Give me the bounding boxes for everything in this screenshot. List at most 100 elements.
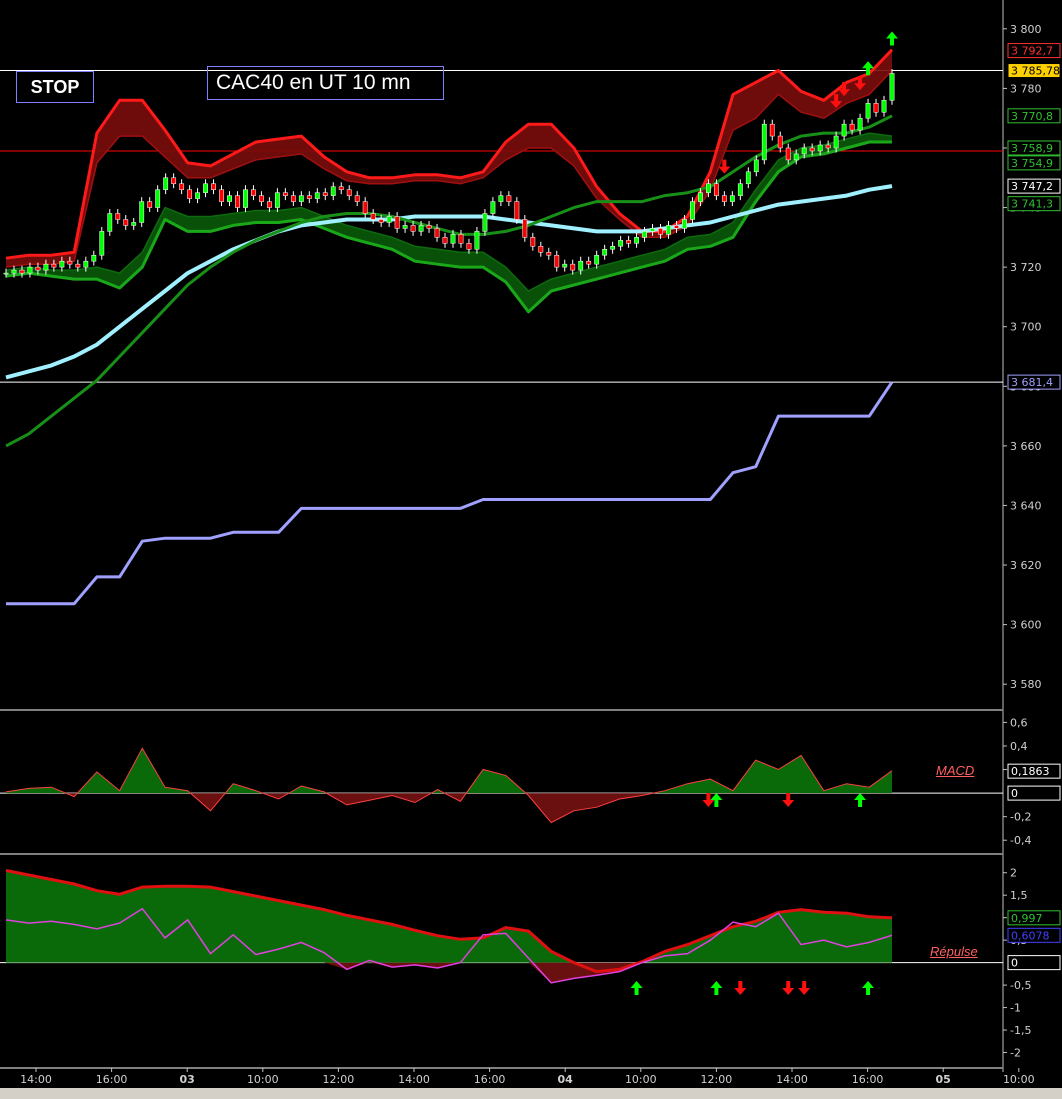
y-tick-label: 1,5 xyxy=(1010,889,1028,902)
candle-body xyxy=(266,201,272,208)
x-tick-label: 14:00 xyxy=(20,1073,52,1086)
candle-body xyxy=(873,103,879,113)
candle-body xyxy=(131,222,137,226)
y-tick-label: 3 660 xyxy=(1010,440,1042,453)
candle-body xyxy=(139,201,145,223)
candle-body xyxy=(51,263,57,268)
lower-band-fill xyxy=(6,133,892,312)
candle-body xyxy=(594,254,600,265)
candle-body xyxy=(298,195,304,202)
y-tick-label: 3 720 xyxy=(1010,261,1042,274)
y-tick-label: -0,4 xyxy=(1010,834,1031,847)
candle-body xyxy=(418,225,424,232)
x-tick-label: 10:00 xyxy=(625,1073,657,1086)
candle-body xyxy=(410,225,416,232)
candle-body xyxy=(753,159,759,173)
candle-body xyxy=(235,195,240,208)
x-tick-label: 14:00 xyxy=(398,1073,430,1086)
candle-body xyxy=(11,269,17,274)
candle-body xyxy=(721,195,727,202)
candle-body xyxy=(155,189,161,208)
lower-band-line xyxy=(5,140,892,314)
candle-body xyxy=(833,135,839,149)
bottom-scrollbar xyxy=(0,1088,1062,1099)
candle-body xyxy=(346,189,352,196)
candle-body xyxy=(59,260,65,268)
candle-body xyxy=(179,183,185,190)
candle-body xyxy=(314,192,320,199)
candle-body xyxy=(482,213,488,232)
candle-body xyxy=(562,263,568,268)
candle-body xyxy=(801,147,807,155)
candle-body xyxy=(370,213,376,220)
value-badge-label: 3 770,8 xyxy=(1011,110,1053,123)
x-tick-label: 03 xyxy=(180,1073,195,1086)
value-badge-label: 3 758,9 xyxy=(1011,142,1053,155)
candle-body xyxy=(602,249,608,256)
signal-arrow-down xyxy=(782,793,795,807)
macd-area-positive xyxy=(6,748,892,794)
x-tick-label: 10:00 xyxy=(1003,1073,1035,1086)
value-badge-label: 3 747,2 xyxy=(1011,180,1053,193)
candle-body xyxy=(211,183,216,190)
y-tick-label: 2 xyxy=(1010,867,1017,880)
candle-body xyxy=(123,219,129,226)
value-badge-label: 0,1863 xyxy=(1011,765,1050,778)
candle-body xyxy=(306,195,312,199)
candle-body xyxy=(642,231,647,238)
candle-body xyxy=(793,153,799,161)
candle-body xyxy=(290,195,296,202)
candle-body xyxy=(546,251,552,256)
candle-body xyxy=(690,201,695,220)
candle-body xyxy=(634,237,640,244)
candle-body xyxy=(19,269,25,274)
candle-body xyxy=(115,213,121,220)
y-tick-label: 0,6 xyxy=(1010,716,1028,729)
candle-body xyxy=(809,147,815,152)
signal-arrow-up xyxy=(862,981,875,995)
x-tick-label: 05 xyxy=(936,1073,951,1086)
value-badge-label: 0 xyxy=(1011,787,1018,800)
candle-body xyxy=(251,189,256,196)
y-tick-label: 3 600 xyxy=(1010,619,1042,632)
candle-body xyxy=(274,192,280,208)
candle-body xyxy=(777,135,783,149)
candle-body xyxy=(378,219,384,223)
signal-arrow-up xyxy=(710,793,723,807)
candle-body xyxy=(91,254,97,262)
candle-body xyxy=(490,201,496,214)
candle-body xyxy=(578,260,584,271)
candle-body xyxy=(43,263,49,271)
candle-body xyxy=(522,219,528,238)
candle-body xyxy=(841,123,847,137)
value-badge-label: 3 792,7 xyxy=(1011,45,1053,58)
candle-body xyxy=(458,234,464,244)
candle-body xyxy=(849,123,855,131)
x-tick-label: 12:00 xyxy=(701,1073,733,1086)
candle-body xyxy=(362,201,368,214)
value-badge-label: 0,6078 xyxy=(1011,929,1050,942)
chart-title: CAC40 en UT 10 mn xyxy=(207,66,444,100)
candle-body xyxy=(674,225,679,229)
candle-body xyxy=(785,147,791,161)
candle-body xyxy=(330,186,336,196)
y-tick-label: 0,4 xyxy=(1010,740,1028,753)
candle-body xyxy=(35,266,41,271)
candle-body xyxy=(258,195,264,202)
candle-body xyxy=(761,123,767,161)
candle-body xyxy=(498,195,504,202)
candle-body xyxy=(107,213,113,232)
y-tick-label: -0,5 xyxy=(1010,979,1031,992)
candle-body xyxy=(163,177,169,190)
candle-body xyxy=(737,183,743,196)
sar-line xyxy=(6,381,894,606)
candle-body xyxy=(3,272,9,275)
candle-body xyxy=(698,192,703,202)
candle-body xyxy=(171,177,177,184)
chart-canvas: 3 8003 7803 7603 7403 7203 7003 6803 660… xyxy=(0,0,1062,1099)
x-tick-label: 16:00 xyxy=(852,1073,884,1086)
candle-body xyxy=(618,240,624,247)
candle-body xyxy=(147,201,153,208)
candle-body xyxy=(442,237,448,244)
candle-body xyxy=(75,263,81,268)
